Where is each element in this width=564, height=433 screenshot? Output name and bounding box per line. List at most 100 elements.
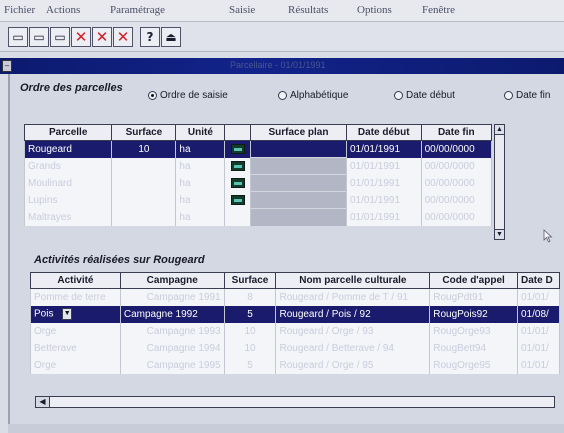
delete-button-3[interactable]: ✕ [113, 27, 133, 47]
red-x-icon: ✕ [74, 28, 88, 46]
table-row[interactable]: Lupins ha 01/01/1991 00/00/0000 [23, 191, 493, 209]
red-x-icon: ✕ [95, 28, 109, 46]
menu-parametrage[interactable]: Paramétrage [110, 4, 165, 16]
col-code-appel[interactable]: Code d'appel [429, 272, 518, 289]
cell-date-debut: 01/01/1991 [345, 174, 422, 192]
cell-surface: 10 [223, 339, 277, 357]
tractor-icon [230, 160, 245, 171]
menu-resultats[interactable]: Résultats [288, 4, 328, 16]
cell-unite: ha [175, 140, 226, 158]
menu-options[interactable]: Options [357, 4, 392, 16]
cell-unite: ha [175, 208, 226, 226]
table-row[interactable]: Pois ▼ Campagne 1992 5 Rougeard / Pois /… [30, 305, 560, 323]
delete-button-2[interactable]: ✕ [92, 27, 112, 47]
table-row[interactable]: Maltrayes ha 01/01/1991 00/00/0000 [23, 208, 493, 226]
table-row[interactable]: Rougeard 10 ha 01/01/1991 00/00/0000 [23, 140, 493, 158]
cell-date-debut: 01/01/1991 [345, 157, 422, 175]
col-date-debut[interactable]: Date début [345, 124, 422, 141]
col-unite[interactable]: Unité [175, 124, 226, 141]
cell-icon [224, 208, 251, 226]
parcelles-scrollbar[interactable]: ▲ ▼ [494, 124, 505, 240]
window-title: Parcellaire - 01/01/1991 [230, 60, 326, 70]
cell-nom: Rougeard / Betterave / 94 [275, 339, 431, 357]
cell-nom: Rougeard / Pomme de T / 91 [275, 288, 431, 306]
radio-icon [148, 91, 157, 100]
menu-fichier[interactable]: Fichier [4, 4, 35, 16]
dropdown-arrow-icon[interactable]: ▼ [62, 308, 73, 320]
cell-surface: 10 [223, 322, 277, 340]
tractor-icon [230, 144, 245, 155]
sort-option-alpha[interactable]: Alphabétique [278, 90, 348, 101]
cell-icon [224, 140, 251, 158]
scroll-up-icon[interactable]: ▲ [495, 125, 504, 135]
cell-date-debut: 01/01/1991 [345, 208, 422, 226]
cell-surface-plan [250, 208, 347, 226]
cell-surface: 5 [223, 305, 277, 323]
copy-icon: ▭ [54, 30, 66, 44]
help-button[interactable]: ? [140, 27, 160, 47]
cell-surface [111, 174, 177, 192]
sort-option-date-fin[interactable]: Date fin [504, 90, 550, 101]
cell-surface-plan [250, 191, 347, 209]
copy-button[interactable]: ▭ [50, 27, 70, 47]
new-doc-button[interactable]: ▭ [8, 27, 28, 47]
table-row[interactable]: Grands ha 01/01/1991 00/00/0000 [23, 157, 493, 175]
sort-option-label: Date début [406, 90, 455, 101]
open-icon: ▭ [33, 30, 45, 44]
mouse-cursor-icon [543, 229, 553, 243]
activites-hscrollbar[interactable]: ◀ [35, 396, 555, 408]
sort-option-label: Alphabétique [290, 90, 349, 101]
col-date[interactable]: Date D [517, 272, 560, 289]
cell-unite: ha [175, 191, 226, 209]
menu-saisie[interactable]: Saisie [229, 4, 255, 16]
cell-surface-plan [250, 140, 347, 158]
toolbar: ▭ ▭ ▭ ✕ ✕ ✕ ? ⏏ [0, 22, 564, 52]
system-menu-icon[interactable]: – [2, 60, 12, 72]
cell-icon [224, 191, 251, 209]
cell-icon [224, 174, 251, 192]
radio-icon [504, 91, 513, 100]
cell-activite[interactable]: Pois ▼ [30, 305, 121, 323]
col-parcelle[interactable]: Parcelle [23, 124, 113, 141]
cell-date-fin: 00/00/0000 [420, 191, 493, 209]
new-doc-icon: ▭ [12, 30, 24, 44]
table-row[interactable]: Orge Campagne 1995 5 Rougeard / Orge / 9… [30, 356, 560, 374]
cell-code: RougOrge95 [429, 356, 518, 374]
col-nom-parcelle[interactable]: Nom parcelle culturale [275, 272, 431, 289]
delete-button-1[interactable]: ✕ [71, 27, 91, 47]
cell-date: 01/08/ [517, 305, 560, 323]
tractor-icon [230, 177, 245, 188]
cell-code: RougPdt91 [429, 288, 518, 306]
cell-code: RougPois92 [429, 305, 518, 323]
scroll-left-icon[interactable]: ◀ [36, 397, 50, 407]
table-row[interactable]: Betterave Campagne 1994 10 Rougeard / Be… [30, 339, 560, 357]
cell-surface [111, 157, 177, 175]
col-campagne[interactable]: Campagne [119, 272, 225, 289]
activite-combo-value: Pois [34, 308, 54, 320]
table-row[interactable]: Moulinard ha 01/01/1991 00/00/0000 [23, 174, 493, 192]
cell-campagne: Campagne 1991 [119, 288, 225, 306]
radio-icon [394, 91, 403, 100]
col-activite[interactable]: Activité [30, 272, 121, 289]
table-row[interactable]: Pomme de terre Campagne 1991 8 Rougeard … [30, 288, 560, 306]
col-surface[interactable]: Surface [223, 272, 277, 289]
cell-nom: Rougeard / Pois / 92 [275, 305, 431, 323]
cell-surface: 5 [223, 356, 277, 374]
sort-option-label: Date fin [516, 90, 551, 101]
cell-parcelle: Grands [23, 157, 113, 175]
cell-surface-plan [250, 174, 347, 192]
col-surface[interactable]: Surface [111, 124, 177, 141]
sort-option-saisie[interactable]: Ordre de saisie [148, 90, 228, 101]
table-row[interactable]: Orge Campagne 1993 10 Rougeard / Orge / … [30, 322, 560, 340]
menu-actions[interactable]: Actions [46, 4, 80, 16]
scroll-down-icon[interactable]: ▼ [495, 229, 504, 239]
col-date-fin[interactable]: Date fin [420, 124, 493, 141]
cell-code: RougBett94 [429, 339, 518, 357]
open-button[interactable]: ▭ [29, 27, 49, 47]
col-surface-plan[interactable]: Surface plan [250, 124, 347, 141]
exit-button[interactable]: ⏏ [161, 27, 181, 47]
sort-option-date-debut[interactable]: Date début [394, 90, 455, 101]
cell-nom: Rougeard / Orge / 95 [275, 356, 431, 374]
menu-fenetre[interactable]: Fenêtre [422, 4, 455, 16]
cell-date-fin: 00/00/0000 [420, 174, 493, 192]
